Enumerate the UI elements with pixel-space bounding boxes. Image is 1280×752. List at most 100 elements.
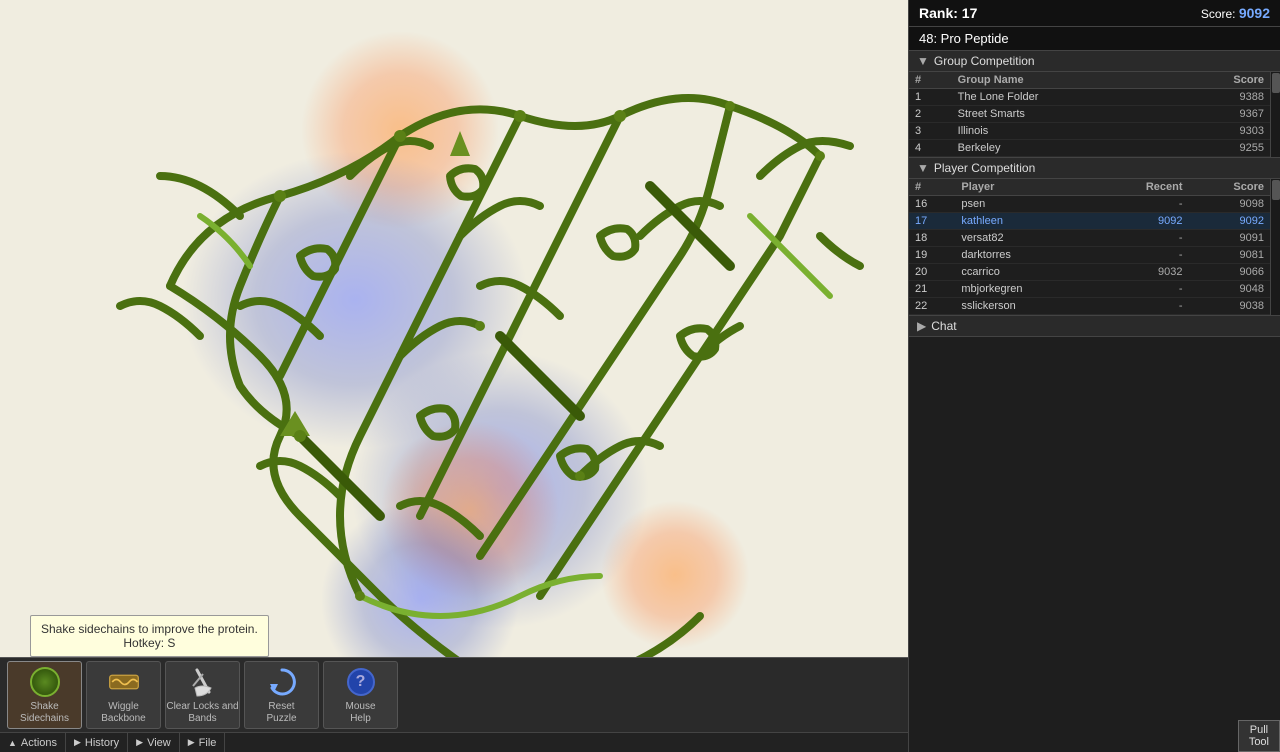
mouse-help-icon: ? <box>345 666 377 698</box>
mouse-help-button[interactable]: ? MouseHelp <box>323 661 398 729</box>
player-scrollbar[interactable] <box>1270 179 1280 315</box>
player-arrow: ▼ <box>917 161 929 175</box>
player-col-score: Score <box>1189 179 1271 196</box>
group-col-rank: # <box>909 72 952 89</box>
protein-canvas <box>0 0 908 752</box>
player-name: darktorres <box>955 247 1095 264</box>
wiggle-backbone-button[interactable]: WiggleBackbone <box>86 661 161 729</box>
file-label: File <box>199 737 217 749</box>
group-name: Berkeley <box>952 140 1170 157</box>
game-area: Shake sidechains to improve the protein.… <box>0 0 908 752</box>
shake-label: Shake Sidechains <box>8 701 81 725</box>
group-scrollbar-thumb <box>1272 73 1280 93</box>
table-row: 19 darktorres - 9081 <box>909 247 1270 264</box>
protein-svg <box>0 0 908 752</box>
group-score: 9367 <box>1170 106 1270 123</box>
clear-label: Clear Locks and Bands <box>166 701 239 725</box>
shake-sidechains-button[interactable]: Shake Sidechains <box>7 661 82 729</box>
group-competition-table-container: # Group Name Score 1 The Lone Folder 938… <box>909 72 1280 158</box>
group-col-name: Group Name <box>952 72 1170 89</box>
menu-file[interactable]: ▶ File <box>180 733 226 752</box>
player-rank: 22 <box>909 298 955 315</box>
player-competition-table-container: # Player Recent Score 16 psen - 9098 17 … <box>909 179 1280 316</box>
group-col-score: Score <box>1170 72 1270 89</box>
rank-display: Rank: 17 <box>919 5 977 21</box>
player-recent: 9092 <box>1095 213 1188 230</box>
score-label: Score: <box>1201 7 1236 21</box>
group-score: 9303 <box>1170 123 1270 140</box>
puzzle-name: 48: Pro Peptide <box>909 27 1280 51</box>
group-name: Street Smarts <box>952 106 1170 123</box>
group-rank: 3 <box>909 123 952 140</box>
player-rank: 20 <box>909 264 955 281</box>
group-name: The Lone Folder <box>952 89 1170 106</box>
player-rank: 21 <box>909 281 955 298</box>
menu-view[interactable]: ▶ View <box>128 733 180 752</box>
player-score: 9091 <box>1189 230 1271 247</box>
actions-label: Actions <box>21 737 57 749</box>
player-recent: - <box>1095 230 1188 247</box>
menu-actions[interactable]: ▲ Actions <box>0 733 66 752</box>
right-panel: Rank: 17 Score: 9092 48: Pro Peptide ▼ G… <box>908 0 1280 752</box>
table-row: 4 Berkeley 9255 <box>909 140 1270 157</box>
group-score: 9255 <box>1170 140 1270 157</box>
score-value: 9092 <box>1239 5 1270 21</box>
view-label: View <box>147 737 171 749</box>
wiggle-icon <box>108 666 140 698</box>
score-display: Score: 9092 <box>1201 5 1270 21</box>
player-recent: - <box>1095 196 1188 213</box>
chat-arrow: ▶ <box>917 319 926 333</box>
player-recent: - <box>1095 281 1188 298</box>
player-competition-table: # Player Recent Score 16 psen - 9098 17 … <box>909 179 1270 315</box>
player-rank: 19 <box>909 247 955 264</box>
group-competition-header[interactable]: ▼ Group Competition <box>909 51 1280 72</box>
rank-value: 17 <box>962 5 978 21</box>
pull-tool-button[interactable]: Pull Tool <box>1238 720 1280 752</box>
menu-history[interactable]: ▶ History <box>66 733 128 752</box>
player-col-name: Player <box>955 179 1095 196</box>
table-row: 16 psen - 9098 <box>909 196 1270 213</box>
player-rank: 16 <box>909 196 955 213</box>
table-row: 1 The Lone Folder 9388 <box>909 89 1270 106</box>
player-name: kathleen <box>955 213 1095 230</box>
menu-bar: ▲ Actions ▶ History ▶ View ▶ File <box>0 732 908 752</box>
group-name: Illinois <box>952 123 1170 140</box>
player-name: versat82 <box>955 230 1095 247</box>
group-arrow: ▼ <box>917 54 929 68</box>
clear-locks-button[interactable]: Clear Locks and Bands <box>165 661 240 729</box>
table-row: 2 Street Smarts 9367 <box>909 106 1270 123</box>
file-arrow: ▶ <box>188 737 195 748</box>
player-score: 9092 <box>1189 213 1271 230</box>
actions-arrow: ▲ <box>8 738 17 748</box>
group-rank: 1 <box>909 89 952 106</box>
player-score: 9066 <box>1189 264 1271 281</box>
player-name: psen <box>955 196 1095 213</box>
chat-header[interactable]: ▶ Chat <box>909 316 1280 337</box>
group-rank: 2 <box>909 106 952 123</box>
group-competition-table: # Group Name Score 1 The Lone Folder 938… <box>909 72 1270 157</box>
player-score: 9048 <box>1189 281 1271 298</box>
player-scrollbar-thumb <box>1272 180 1280 200</box>
mouse-help-label: MouseHelp <box>345 701 375 725</box>
player-competition-header[interactable]: ▼ Player Competition <box>909 158 1280 179</box>
group-rank: 4 <box>909 140 952 157</box>
group-label: Group Competition <box>934 54 1035 68</box>
player-name: ccarrico <box>955 264 1095 281</box>
reset-puzzle-button[interactable]: ResetPuzzle <box>244 661 319 729</box>
player-score: 9038 <box>1189 298 1271 315</box>
player-col-recent: Recent <box>1095 179 1188 196</box>
player-score: 9098 <box>1189 196 1271 213</box>
wiggle-label: WiggleBackbone <box>101 701 145 725</box>
panel-header: Rank: 17 Score: 9092 <box>909 0 1280 27</box>
group-score: 9388 <box>1170 89 1270 106</box>
view-arrow: ▶ <box>136 737 143 748</box>
table-row: 21 mbjorkegren - 9048 <box>909 281 1270 298</box>
group-scrollbar[interactable] <box>1270 72 1280 157</box>
player-col-rank: # <box>909 179 955 196</box>
reset-icon <box>266 666 298 698</box>
player-score: 9081 <box>1189 247 1271 264</box>
player-name: mbjorkegren <box>955 281 1095 298</box>
reset-label: ResetPuzzle <box>266 701 296 725</box>
player-rank: 17 <box>909 213 955 230</box>
toolbar: Shake Sidechains WiggleBackbone Clear <box>0 657 908 732</box>
